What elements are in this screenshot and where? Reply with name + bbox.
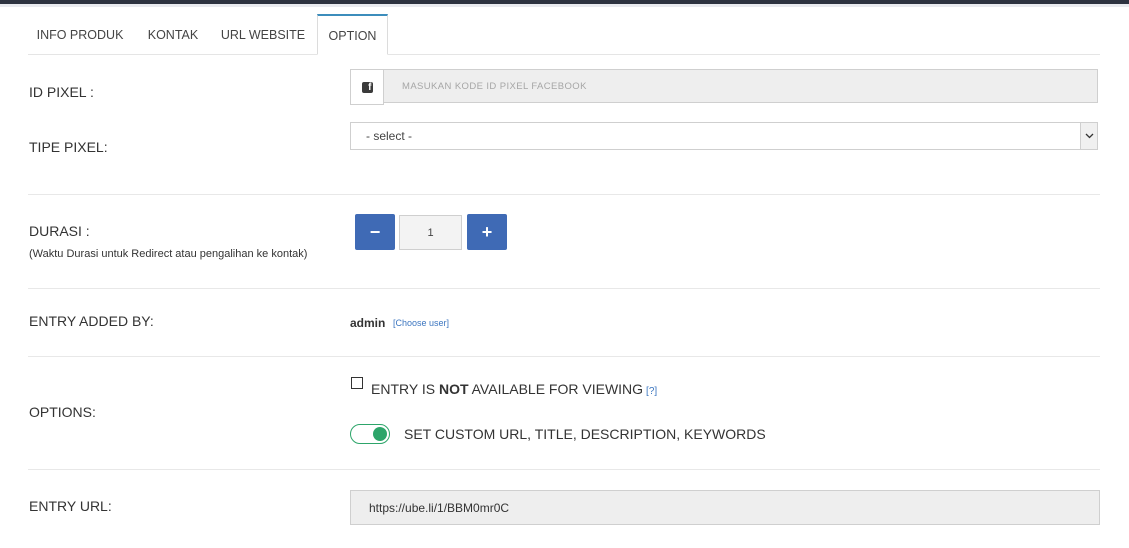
tab-kontak[interactable]: KONTAK	[138, 14, 208, 54]
minus-icon: −	[369, 221, 381, 242]
checkbox-prefix: ENTRY IS	[371, 381, 439, 397]
increment-button[interactable]: +	[467, 214, 507, 250]
entry-user-name: admin	[350, 316, 386, 330]
id-pixel-label: ID PIXEL :	[29, 84, 94, 100]
entry-url-value: https://ube.li/1/BBM0mr0C	[369, 501, 510, 515]
facebook-addon: f	[350, 69, 384, 105]
entry-url-label: ENTRY URL:	[29, 498, 112, 514]
toggle-knob	[373, 427, 387, 441]
tab-bar: INFO PRODUK KONTAK URL WEBSITE OPTION	[28, 14, 1100, 55]
custom-url-toggle[interactable]	[350, 424, 390, 444]
tab-url-website[interactable]: URL WEBSITE	[216, 14, 310, 54]
top-bar-shadow	[0, 4, 1129, 7]
divider	[28, 194, 1100, 195]
id-pixel-input-group: f	[350, 69, 1100, 105]
divider	[28, 356, 1100, 357]
entry-url-field[interactable]: https://ube.li/1/BBM0mr0C	[350, 490, 1100, 525]
tipe-pixel-select[interactable]: - select -	[350, 122, 1098, 150]
durasi-label: DURASI :	[29, 223, 90, 239]
facebook-icon: f	[361, 81, 373, 93]
chevron-down-icon	[1080, 123, 1097, 149]
checkbox-suffix: AVAILABLE FOR VIEWING	[468, 381, 644, 397]
durasi-hint: (Waktu Durasi untuk Redirect atau pengal…	[29, 248, 308, 260]
tipe-pixel-selected: - select -	[366, 129, 413, 143]
options-label: OPTIONS:	[29, 404, 96, 420]
divider	[28, 288, 1100, 289]
help-link[interactable]: [?]	[646, 386, 657, 397]
not-available-checkbox[interactable]	[351, 377, 363, 389]
decrement-button[interactable]: −	[355, 214, 395, 250]
tab-option[interactable]: OPTION	[317, 14, 388, 55]
custom-url-toggle-label: SET CUSTOM URL, TITLE, DESCRIPTION, KEYW…	[404, 426, 766, 442]
entry-added-by-label: ENTRY ADDED BY:	[29, 313, 154, 329]
choose-user-link[interactable]: [Choose user]	[393, 318, 449, 328]
plus-icon: +	[481, 221, 493, 242]
not-available-text: ENTRY IS NOT AVAILABLE FOR VIEWING [?]	[371, 381, 657, 397]
checkbox-bold: NOT	[438, 381, 469, 397]
id-pixel-input[interactable]	[383, 69, 1098, 103]
divider	[28, 469, 1100, 470]
tab-info-produk[interactable]: INFO PRODUK	[28, 14, 132, 54]
tipe-pixel-label: TIPE PIXEL:	[29, 139, 108, 155]
durasi-input[interactable]	[399, 215, 462, 250]
